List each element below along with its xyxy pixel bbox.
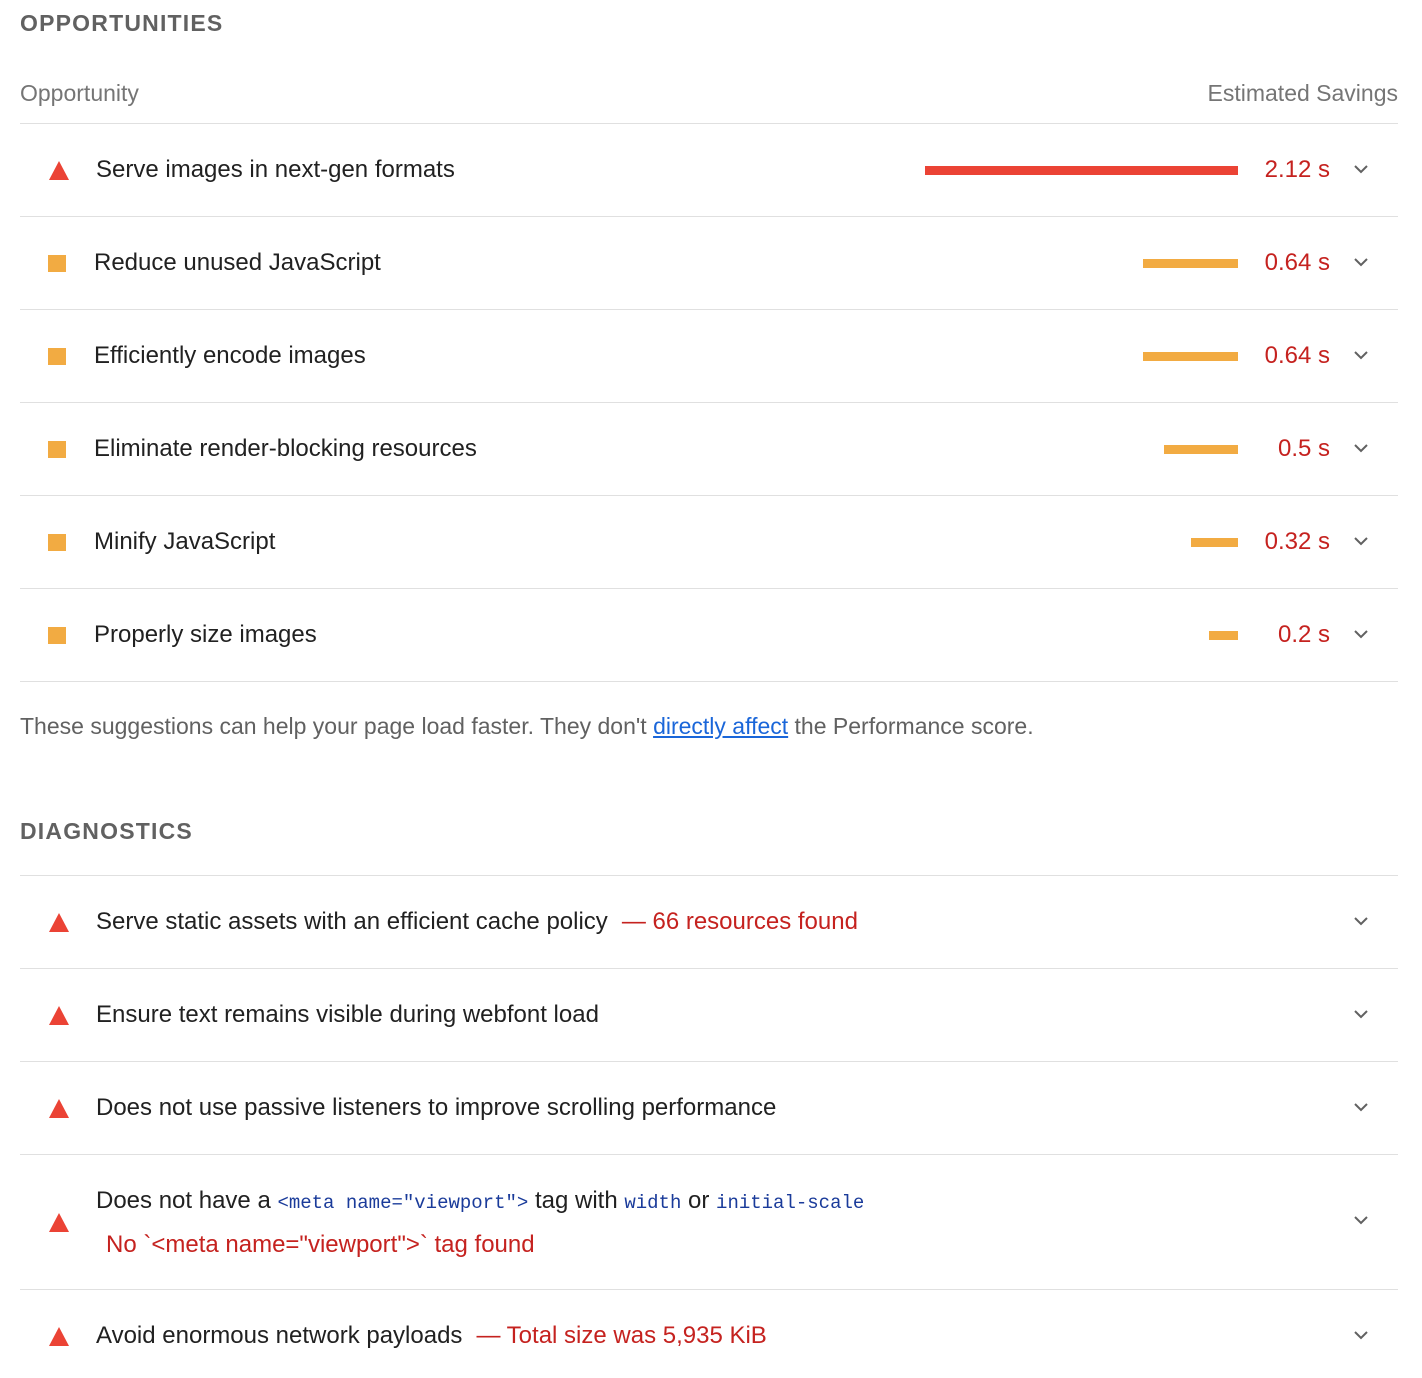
diagnostic-display-value: — Total size was 5,935 KiB	[476, 1322, 767, 1349]
chevron-down-icon[interactable]	[1352, 532, 1370, 550]
opportunity-row[interactable]: Properly size images 0.2 s	[20, 589, 1398, 682]
diagnostic-title: Ensure text remains visible during webfo…	[96, 1001, 599, 1028]
chevron-down-icon[interactable]	[1352, 1211, 1370, 1229]
diagnostic-row[interactable]: Avoid enormous network payloads — Total s…	[20, 1290, 1398, 1378]
chevron-down-icon[interactable]	[1352, 912, 1370, 930]
diagnostic-display-value: — 66 resources found	[621, 908, 858, 935]
opportunity-column-label: Opportunity	[20, 80, 139, 106]
savings-value: 0.5 s	[1277, 435, 1330, 462]
opportunity-title: Eliminate render-blocking resources	[94, 435, 477, 462]
opportunities-footnote: These suggestions can help your page loa…	[20, 713, 1034, 740]
diagnostic-label: Avoid enormous network payloads	[96, 1322, 463, 1349]
average-square-icon	[48, 534, 66, 551]
chevron-down-icon[interactable]	[1352, 439, 1370, 457]
directly-affect-link[interactable]: directly affect	[653, 713, 788, 739]
diagnostic-title: Avoid enormous network payloads — Total s…	[96, 1322, 767, 1350]
average-square-icon	[48, 627, 66, 644]
savings-value: 0.64 s	[1264, 342, 1330, 369]
fail-triangle-icon	[49, 161, 69, 180]
opportunity-title: Efficiently encode images	[94, 342, 366, 369]
savings-bar	[1191, 538, 1238, 547]
average-square-icon	[48, 441, 66, 458]
chevron-down-icon[interactable]	[1352, 346, 1370, 364]
diagnostic-title: Serve static assets with an efficient ca…	[96, 908, 858, 936]
chevron-down-icon[interactable]	[1352, 1005, 1370, 1023]
fail-triangle-icon	[49, 1099, 69, 1118]
opportunity-title: Serve images in next-gen formats	[96, 156, 455, 183]
title-text: or	[681, 1187, 717, 1214]
savings-value: 0.2 s	[1277, 621, 1330, 648]
diagnostic-subtext: No `<meta name="viewport">` tag found	[106, 1231, 535, 1258]
opportunity-title: Properly size images	[94, 621, 317, 648]
opportunity-row[interactable]: Serve images in next-gen formats 2.12 s	[20, 124, 1398, 217]
savings-bar	[1164, 445, 1238, 454]
savings-bar	[1209, 631, 1238, 640]
chevron-down-icon[interactable]	[1352, 160, 1370, 178]
fail-triangle-icon	[49, 1213, 69, 1232]
estimated-savings-column-label: Estimated Savings	[1207, 80, 1398, 106]
code-initial-scale: initial-scale	[716, 1192, 865, 1214]
title-text: tag with	[528, 1187, 625, 1214]
footnote-text-before: These suggestions can help your page loa…	[20, 713, 654, 739]
diagnostic-label: Serve static assets with an efficient ca…	[96, 908, 608, 935]
diagnostic-title: Does not use passive listeners to improv…	[96, 1094, 777, 1121]
opportunities-column-header: Opportunity Estimated Savings	[20, 80, 1398, 107]
opportunity-title: Reduce unused JavaScript	[94, 249, 381, 276]
opportunities-heading: OPPORTUNITIES	[20, 10, 224, 36]
opportunity-row[interactable]: Efficiently encode images 0.64 s	[20, 310, 1398, 403]
savings-bar	[1143, 352, 1238, 361]
fail-triangle-icon	[49, 1327, 69, 1346]
diagnostics-list: Serve static assets with an efficient ca…	[20, 875, 1398, 1378]
opportunities-list: Serve images in next-gen formats 2.12 s …	[20, 123, 1398, 682]
title-text: Does not have a	[96, 1187, 278, 1214]
savings-value: 0.32 s	[1264, 528, 1330, 555]
fail-triangle-icon	[49, 1006, 69, 1025]
savings-value: 2.12 s	[1264, 156, 1330, 183]
savings-bar	[925, 166, 1238, 175]
chevron-down-icon[interactable]	[1352, 1326, 1370, 1344]
savings-bar	[1143, 259, 1238, 268]
diagnostics-heading: DIAGNOSTICS	[20, 818, 193, 844]
diagnostic-row[interactable]: Does not use passive listeners to improv…	[20, 1062, 1398, 1155]
average-square-icon	[48, 348, 66, 365]
fail-triangle-icon	[49, 913, 69, 932]
code-width: width	[624, 1192, 682, 1214]
chevron-down-icon[interactable]	[1352, 625, 1370, 643]
lighthouse-performance-audits: OPPORTUNITIES Opportunity Estimated Savi…	[0, 0, 1422, 1378]
footnote-text-after: the Performance score.	[788, 713, 1034, 739]
opportunity-title: Minify JavaScript	[94, 528, 276, 555]
opportunity-row[interactable]: Reduce unused JavaScript 0.64 s	[20, 217, 1398, 310]
chevron-down-icon[interactable]	[1352, 1098, 1370, 1116]
average-square-icon	[48, 255, 66, 272]
diagnostic-row[interactable]: Ensure text remains visible during webfo…	[20, 969, 1398, 1062]
savings-value: 0.64 s	[1264, 249, 1330, 276]
opportunity-row[interactable]: Minify JavaScript 0.32 s	[20, 496, 1398, 589]
code-meta-viewport: <meta name="viewport">	[277, 1192, 529, 1214]
diagnostic-title: Does not have a <meta name="viewport"> t…	[96, 1187, 864, 1215]
opportunity-row[interactable]: Eliminate render-blocking resources 0.5 …	[20, 403, 1398, 496]
chevron-down-icon[interactable]	[1352, 253, 1370, 271]
diagnostic-row[interactable]: Does not have a <meta name="viewport"> t…	[20, 1155, 1398, 1290]
diagnostic-row[interactable]: Serve static assets with an efficient ca…	[20, 876, 1398, 969]
